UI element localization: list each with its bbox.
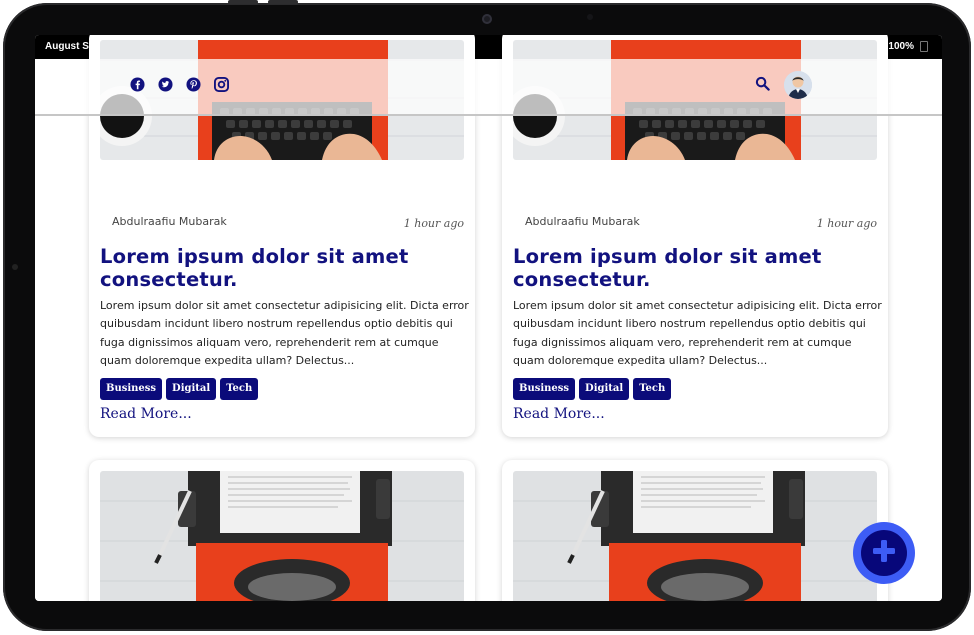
tag-digital[interactable]: Digital bbox=[579, 378, 630, 400]
side-sensor bbox=[12, 264, 18, 270]
tag-tech[interactable]: Tech bbox=[220, 378, 259, 400]
post-title[interactable]: Lorem ipsum dolor sit amet consectetur. bbox=[100, 245, 466, 291]
post-title[interactable]: Lorem ipsum dolor sit amet consectetur. bbox=[513, 245, 879, 291]
battery-icon bbox=[920, 41, 928, 52]
post-tags: Business Digital Tech bbox=[513, 378, 672, 400]
post-author[interactable]: Abdulraafiu Mubarak bbox=[525, 215, 640, 228]
tablet-device: August Saturday at 11:24 AM 100% bbox=[0, 0, 974, 635]
front-camera bbox=[482, 14, 492, 24]
blog-feed: Abdulraafiu Mubarak 1 hour ago Lorem ips… bbox=[35, 35, 942, 601]
tag-tech[interactable]: Tech bbox=[633, 378, 672, 400]
camera-sensor bbox=[587, 14, 593, 20]
post-thumbnail[interactable] bbox=[100, 471, 464, 601]
pinterest-icon[interactable] bbox=[186, 77, 201, 92]
post-author[interactable]: Abdulraafiu Mubarak bbox=[112, 215, 227, 228]
post-thumbnail[interactable] bbox=[513, 471, 877, 601]
tag-business[interactable]: Business bbox=[513, 378, 576, 400]
user-avatar[interactable] bbox=[784, 71, 812, 99]
twitter-icon[interactable] bbox=[158, 77, 173, 92]
post-card[interactable] bbox=[502, 460, 888, 601]
read-more-link[interactable]: Read More... bbox=[513, 406, 605, 422]
navbar bbox=[35, 59, 942, 116]
post-excerpt: Lorem ipsum dolor sit amet consectetur a… bbox=[513, 299, 882, 367]
post-card[interactable] bbox=[89, 460, 475, 601]
post-time: 1 hour ago bbox=[403, 217, 464, 230]
search-icon[interactable] bbox=[755, 76, 770, 95]
social-links bbox=[130, 77, 229, 92]
post-tags: Business Digital Tech bbox=[100, 378, 259, 400]
add-post-button[interactable] bbox=[853, 522, 915, 584]
tag-business[interactable]: Business bbox=[100, 378, 163, 400]
device-button bbox=[228, 0, 258, 4]
read-more-link[interactable]: Read More... bbox=[100, 406, 192, 422]
device-button bbox=[268, 0, 298, 4]
navbar-actions bbox=[755, 71, 812, 99]
fab-inner bbox=[861, 530, 907, 576]
plus-icon bbox=[871, 538, 897, 568]
post-time: 1 hour ago bbox=[816, 217, 877, 230]
tag-digital[interactable]: Digital bbox=[166, 378, 217, 400]
instagram-icon[interactable] bbox=[214, 77, 229, 92]
post-excerpt: Lorem ipsum dolor sit amet consectetur a… bbox=[100, 299, 469, 367]
battery-percent: 100% bbox=[888, 41, 914, 52]
screen: August Saturday at 11:24 AM 100% bbox=[35, 35, 942, 601]
facebook-icon[interactable] bbox=[130, 77, 145, 92]
